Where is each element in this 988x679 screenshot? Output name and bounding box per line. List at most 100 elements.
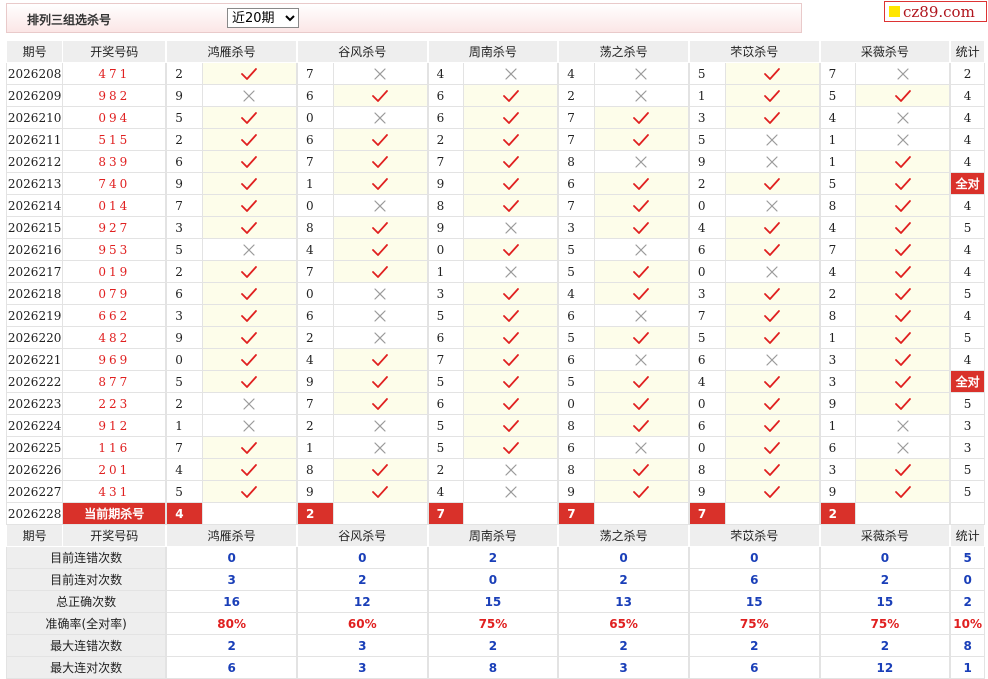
cross-icon (635, 442, 648, 454)
period-range-select[interactable]: 近20期 (227, 8, 299, 28)
result-correct (593, 260, 690, 283)
check-icon (764, 331, 780, 344)
row-stat-cell: 5 (949, 216, 986, 239)
check-icon (241, 155, 258, 168)
stats-label: 最大连对次数 (6, 656, 167, 679)
result-correct (593, 128, 690, 151)
draw-number-cell: 515 (62, 128, 167, 151)
cross-icon (374, 310, 386, 322)
kill-number-cell: 5 (426, 436, 465, 459)
stats-value: 3 (165, 568, 298, 591)
result-wrong (855, 106, 951, 129)
kill-number-cell: 5 (687, 128, 726, 151)
kill-number-cell: 8 (557, 150, 595, 173)
cross-icon (374, 442, 386, 454)
cross-icon (374, 200, 386, 212)
kill-number-cell: 1 (818, 414, 857, 437)
current-kill-number: 7 (687, 502, 726, 525)
result-correct (201, 348, 298, 371)
check-icon (764, 419, 780, 432)
check-icon (241, 485, 258, 498)
stats-value: 75% (818, 612, 951, 635)
result-correct (332, 128, 429, 151)
check-icon (764, 89, 780, 102)
cross-icon (243, 90, 256, 102)
result-correct (201, 436, 298, 459)
kill-number-cell: 4 (687, 370, 726, 393)
check-icon (372, 221, 389, 234)
result-correct (855, 84, 951, 107)
check-icon (241, 133, 258, 146)
kill-number-cell: 1 (165, 414, 203, 437)
result-wrong (201, 238, 298, 261)
current-kill-number: 4 (165, 502, 203, 525)
stats-value: 6 (165, 656, 298, 679)
result-correct (724, 414, 821, 437)
check-icon (894, 309, 911, 322)
result-correct (463, 414, 559, 437)
result-wrong (855, 62, 951, 85)
kill-number-cell: 7 (426, 150, 465, 173)
result-correct (855, 304, 951, 327)
kill-number-cell: 7 (295, 392, 334, 415)
check-icon (633, 177, 650, 190)
result-wrong (724, 348, 821, 371)
expert-column-header: 周南杀号 (426, 40, 559, 63)
stats-total: 1 (949, 656, 986, 679)
cross-icon (897, 112, 909, 124)
check-icon (502, 353, 519, 366)
cross-icon (374, 68, 386, 80)
stats-value: 3 (295, 656, 429, 679)
stat-column-header: 统计 (949, 524, 986, 547)
current-kill-spacer (332, 502, 429, 525)
result-correct (463, 282, 559, 305)
expert-column-header: 芣苡杀号 (687, 524, 821, 547)
check-icon (894, 397, 911, 410)
kill-number-cell: 5 (687, 62, 726, 85)
result-correct (201, 194, 298, 217)
expert-column-header: 采薇杀号 (818, 524, 951, 547)
kill-number-cell: 4 (165, 458, 203, 481)
check-icon (764, 441, 780, 454)
check-icon (633, 419, 650, 432)
check-icon (372, 353, 389, 366)
draw-number-cell: 740 (62, 172, 167, 195)
result-correct (855, 348, 951, 371)
period-cell: 2026217 (5, 260, 64, 283)
kill-number-cell: 6 (687, 348, 726, 371)
result-correct (463, 348, 559, 371)
kill-number-cell: 5 (426, 414, 465, 437)
row-stat-cell: 4 (949, 238, 986, 261)
kill-number-cell: 4 (295, 348, 334, 371)
result-correct (593, 414, 690, 437)
row-stat-cell: 全对 (949, 172, 986, 195)
check-icon (502, 89, 519, 102)
period-cell: 2026221 (5, 348, 64, 371)
stats-total: 10% (949, 612, 986, 635)
kill-number-cell: 9 (557, 480, 595, 503)
cross-icon (766, 200, 778, 212)
expert-column-header: 鸿雁杀号 (165, 524, 298, 547)
check-icon (633, 111, 650, 124)
kill-number-cell: 5 (165, 370, 203, 393)
current-kill-number: 2 (818, 502, 857, 525)
result-wrong (332, 326, 429, 349)
table-row: 2026226 201 4 8 2 8 8 3 5 (5, 458, 986, 481)
stats-row: 最大连对次数 6 3 8 3 6 12 1 (6, 656, 986, 679)
check-icon (241, 67, 258, 80)
table-row: 2026223 223 2 7 6 0 0 9 5 (5, 392, 986, 415)
kill-number-cell: 8 (557, 414, 595, 437)
stats-value: 16 (165, 590, 298, 613)
result-wrong (332, 282, 429, 305)
result-correct (855, 238, 951, 261)
result-correct (201, 370, 298, 393)
kill-number-cell: 8 (295, 216, 334, 239)
cross-icon (766, 134, 778, 146)
cross-icon (635, 244, 648, 256)
row-stat-cell: 4 (949, 84, 986, 107)
table-row: 2026208 471 2 7 4 4 5 7 2 (5, 62, 986, 85)
draw-number-cell: 079 (62, 282, 167, 305)
check-icon (372, 375, 389, 388)
site-logo[interactable]: cz89.com (884, 1, 987, 22)
check-icon (764, 397, 780, 410)
